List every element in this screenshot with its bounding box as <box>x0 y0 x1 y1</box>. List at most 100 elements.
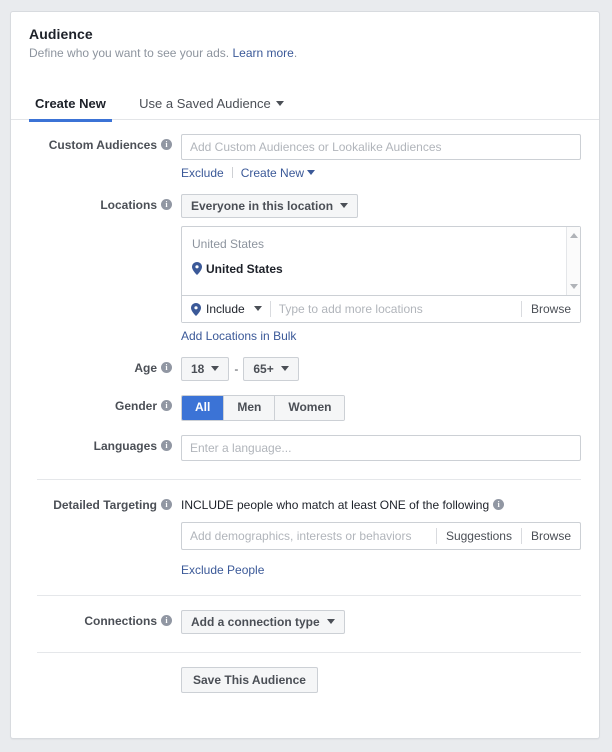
detailed-targeting-label: Detailed Targeting i <box>29 494 181 516</box>
chevron-down-icon <box>326 619 335 625</box>
age-min-value: 18 <box>191 362 205 376</box>
audience-tabs: Create New Use a Saved Audience <box>11 91 599 122</box>
save-audience-button[interactable]: Save This Audience <box>181 667 318 693</box>
locations-input-row: Include Browse <box>182 295 580 322</box>
chevron-down-icon <box>340 203 349 209</box>
locations-field: Everyone in this location United States … <box>181 194 581 343</box>
audience-card: Audience Define who you want to see your… <box>10 11 600 739</box>
row-gender: Gender i All Men Women <box>11 395 599 421</box>
create-new-audience-link[interactable]: Create New <box>241 166 304 180</box>
footer-actions: Save This Audience <box>11 667 599 693</box>
detailed-targeting-label-text: Detailed Targeting <box>53 498 157 512</box>
tab-create-new[interactable]: Create New <box>29 91 112 122</box>
map-pin-icon <box>191 302 201 316</box>
add-connection-type-label: Add a connection type <box>191 615 320 629</box>
info-icon[interactable]: i <box>161 362 172 374</box>
sublink-divider <box>231 167 233 179</box>
exclude-people-wrap: Exclude People <box>181 563 581 577</box>
learn-more-link[interactable]: Learn more <box>232 46 293 60</box>
page-title: Audience <box>29 26 93 42</box>
locations-browse-button[interactable]: Browse <box>522 302 580 316</box>
chevron-down-icon <box>275 101 284 107</box>
locations-bulk-link-wrap: Add Locations in Bulk <box>181 329 581 343</box>
row-connections: Connections i Add a connection type <box>11 610 599 634</box>
scroll-up-arrow-icon[interactable] <box>570 233 578 238</box>
connections-label-text: Connections <box>84 614 157 628</box>
audience-form: Custom Audiences i Exclude Create New Loca… <box>11 134 599 693</box>
languages-input[interactable] <box>181 435 581 461</box>
chevron-down-icon <box>253 305 262 311</box>
page-subtitle: Define who you want to see your ads. Lea… <box>29 45 581 61</box>
add-connection-type-button[interactable]: Add a connection type <box>181 610 345 634</box>
include-title-text: INCLUDE people who match at least ONE of… <box>181 498 490 512</box>
custom-audiences-input[interactable] <box>181 134 581 160</box>
map-pin-icon <box>192 262 202 275</box>
languages-label: Languages i <box>29 435 181 457</box>
section-divider <box>37 595 581 596</box>
custom-audiences-field: Exclude Create New <box>181 134 581 180</box>
gender-option-women[interactable]: Women <box>274 396 345 420</box>
info-icon[interactable]: i <box>161 615 172 627</box>
gender-label-text: Gender <box>114 399 157 413</box>
detailed-targeting-browse-button[interactable]: Browse <box>522 529 580 543</box>
gender-option-men[interactable]: Men <box>223 396 275 420</box>
age-max-dropdown[interactable]: 65+ <box>243 357 299 381</box>
locations-label-text: Locations <box>100 198 157 212</box>
detailed-targeting-input[interactable] <box>182 529 436 543</box>
locations-search-input[interactable] <box>270 302 521 316</box>
chevron-down-icon <box>211 366 220 372</box>
age-label: Age i <box>29 357 181 379</box>
scroll-down-arrow-icon[interactable] <box>570 284 578 289</box>
chevron-down-icon <box>307 170 316 176</box>
custom-audiences-label-text: Custom Audiences <box>48 138 157 152</box>
age-max-value: 65+ <box>253 362 274 376</box>
locations-list: United States United States <box>182 227 580 295</box>
connections-label: Connections i <box>29 610 181 632</box>
location-scope-label: Everyone in this location <box>191 199 334 213</box>
connections-field: Add a connection type <box>181 610 581 634</box>
gender-field: All Men Women <box>181 395 581 421</box>
detailed-targeting-include-title: INCLUDE people who match at least ONE of… <box>181 494 581 513</box>
location-scope-button[interactable]: Everyone in this location <box>181 194 359 218</box>
section-divider <box>37 652 581 653</box>
info-icon[interactable]: i <box>493 499 505 511</box>
suggestions-button[interactable]: Suggestions <box>437 529 521 543</box>
location-include-dropdown[interactable]: Include <box>182 302 270 316</box>
custom-audiences-sublinks: Exclude Create New <box>181 166 581 180</box>
locations-scrollbar[interactable] <box>566 227 580 295</box>
info-icon[interactable]: i <box>161 400 172 412</box>
exclude-audiences-link[interactable]: Exclude <box>181 166 224 180</box>
page-subtitle-text: Define who you want to see your ads. <box>29 46 230 60</box>
locations-box: United States United States Include Type… <box>181 226 581 323</box>
info-icon[interactable]: i <box>161 440 172 452</box>
detailed-targeting-input-row: Suggestions Browse <box>181 522 581 550</box>
languages-label-text: Languages <box>93 439 157 453</box>
exclude-people-link[interactable]: Exclude People <box>181 563 264 577</box>
tab-use-saved-audience-label: Use a Saved Audience <box>139 96 271 111</box>
gender-label: Gender i <box>29 395 181 417</box>
age-field: 18 - 65+ <box>181 357 581 381</box>
info-icon[interactable]: i <box>161 199 172 211</box>
section-divider <box>37 479 581 480</box>
subtitle-period: . <box>293 46 298 60</box>
info-icon[interactable]: i <box>161 499 172 511</box>
row-languages: Languages i <box>11 435 599 461</box>
chevron-down-icon <box>280 366 289 372</box>
row-age: Age i 18 - 65+ <box>11 357 599 381</box>
gender-option-all[interactable]: All <box>182 396 224 420</box>
age-min-dropdown[interactable]: 18 <box>181 357 230 381</box>
location-include-label: Include <box>206 302 245 316</box>
detailed-targeting-field: INCLUDE people who match at least ONE of… <box>181 494 581 577</box>
info-icon[interactable]: i <box>161 139 172 151</box>
tab-use-saved-audience[interactable]: Use a Saved Audience <box>133 91 290 119</box>
row-locations: Locations i Everyone in this location Uni… <box>11 194 599 343</box>
location-chip-label: United States <box>206 262 283 276</box>
row-detailed-targeting: Detailed Targeting i INCLUDE people who m… <box>11 494 599 577</box>
location-chip[interactable]: United States <box>192 261 570 277</box>
age-separator: - <box>234 362 239 376</box>
locations-group-label: United States <box>192 237 265 251</box>
row-custom-audiences: Custom Audiences i Exclude Create New <box>11 134 599 180</box>
card-header: Audience Define who you want to see your… <box>11 12 599 61</box>
age-label-text: Age <box>134 361 157 375</box>
add-locations-in-bulk-link[interactable]: Add Locations in Bulk <box>181 329 296 343</box>
